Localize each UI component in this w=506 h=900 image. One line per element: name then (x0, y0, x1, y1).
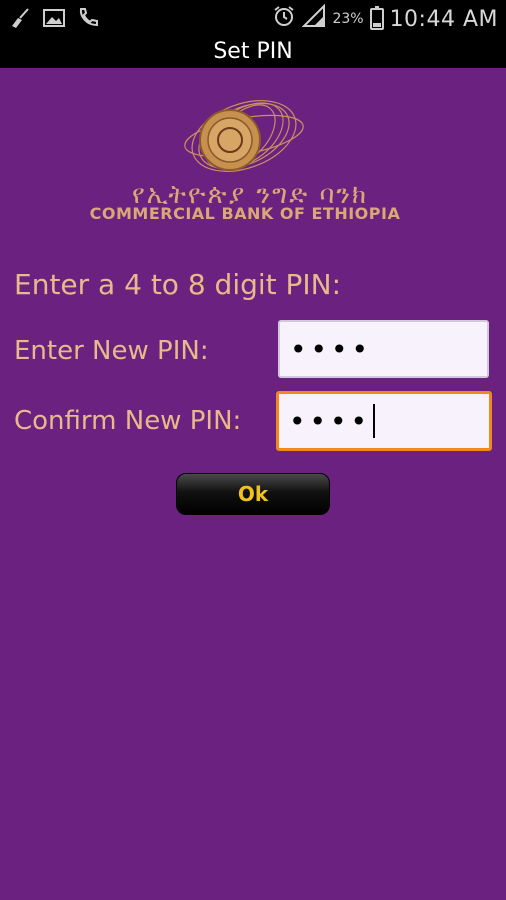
logo-english-text: COMMERCIAL BANK OF ETHIOPIA (89, 204, 401, 223)
broom-icon (8, 6, 32, 30)
image-icon (42, 6, 66, 30)
text-cursor (373, 404, 376, 438)
status-bar: 23% 10:44 AM (0, 0, 506, 36)
new-pin-value: •••• (290, 332, 373, 366)
clock: 10:44 AM (389, 6, 498, 32)
missed-call-icon (76, 6, 100, 30)
battery-percent: 23% (332, 11, 364, 27)
new-pin-label: Enter New PIN: (14, 336, 209, 366)
new-pin-field[interactable]: •••• (278, 320, 489, 378)
confirm-pin-label: Confirm New PIN: (14, 406, 242, 436)
confirm-pin-field[interactable]: •••• (276, 391, 492, 451)
page-title: Set PIN (0, 36, 506, 68)
system-icons: 23% 10:44 AM (272, 3, 498, 34)
signal-icon (302, 3, 326, 34)
notification-icons (8, 6, 100, 30)
ok-button[interactable]: Ok (176, 473, 330, 515)
battery-icon (369, 6, 384, 30)
pin-instructions: Enter a 4 to 8 digit PIN: (14, 268, 342, 301)
alarm-icon (272, 4, 296, 34)
confirm-pin-value: •••• (289, 404, 372, 438)
